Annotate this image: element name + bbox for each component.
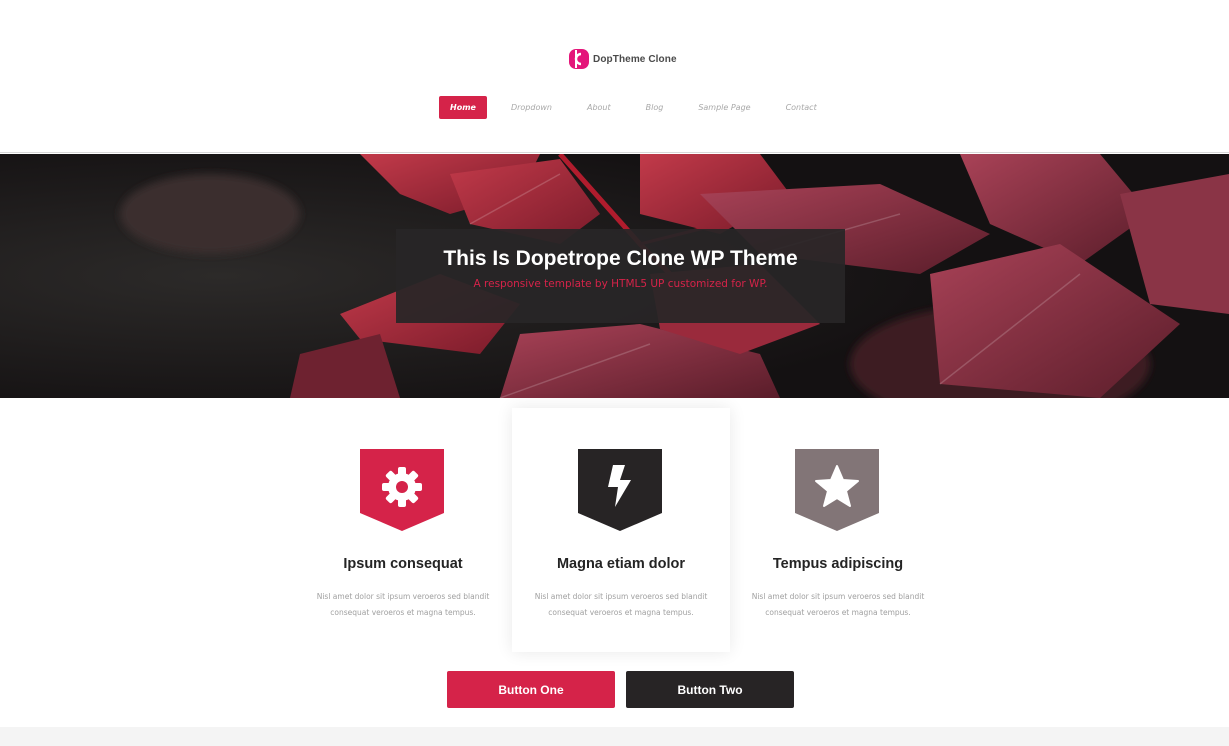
feature-desc-line: Nisl amet dolor sit ipsum veroeros sed b… <box>534 592 708 601</box>
logo-text: DopTheme Clone <box>593 53 677 65</box>
feature-desc-line: consequat veroeros et magna tempus. <box>765 608 911 617</box>
nav-item-sample-page[interactable]: Sample Page <box>698 96 750 119</box>
nav-item-contact[interactable]: Contact <box>786 96 817 119</box>
banner-subtitle: A responsive template by HTML5 UP custom… <box>473 278 768 290</box>
star-icon <box>814 464 860 513</box>
gear-icon <box>381 466 423 513</box>
button-one[interactable]: Button One <box>447 671 615 708</box>
feature-description: Nisl amet dolor sit ipsum veroeros sed b… <box>512 589 730 621</box>
feature-desc-line: consequat veroeros et magna tempus. <box>548 608 694 617</box>
feature-card-2: Magna etiam dolor Nisl amet dolor sit ip… <box>512 408 730 652</box>
feature-badge <box>360 449 444 531</box>
feature-desc-line: Nisl amet dolor sit ipsum veroeros sed b… <box>751 592 925 601</box>
feature-title: Ipsum consequat <box>343 556 463 572</box>
nav-item-blog[interactable]: Blog <box>646 96 664 119</box>
button-two[interactable]: Button Two <box>626 671 794 708</box>
site-header: DopTheme Clone Home Dropdown About Blog … <box>0 0 1229 153</box>
logo-icon <box>568 48 590 70</box>
nav-item-dropdown[interactable]: Dropdown <box>511 96 552 119</box>
banner-caption-box: This Is Dopetrope Clone WP Theme A respo… <box>396 229 845 323</box>
feature-title: Tempus adipiscing <box>772 556 904 572</box>
banner-title: This Is Dopetrope Clone WP Theme <box>443 247 798 270</box>
main-nav: Home Dropdown About Blog Sample Page Con… <box>439 96 817 119</box>
feature-badge <box>578 449 662 531</box>
nav-item-about[interactable]: About <box>587 96 611 119</box>
feature-desc-line: Nisl amet dolor sit ipsum veroeros sed b… <box>316 592 490 601</box>
feature-card-3: Tempus adipiscing Nisl amet dolor sit ip… <box>729 408 947 652</box>
footer-strip <box>0 727 1229 746</box>
feature-description: Nisl amet dolor sit ipsum veroeros sed b… <box>729 589 947 621</box>
feature-description: Nisl amet dolor sit ipsum veroeros sed b… <box>294 589 512 621</box>
lightning-icon <box>605 463 635 514</box>
feature-card-1: Ipsum consequat Nisl amet dolor sit ipsu… <box>294 408 512 652</box>
feature-desc-line: consequat veroeros et magna tempus. <box>330 608 476 617</box>
feature-title: Magna etiam dolor <box>556 556 686 572</box>
feature-badge <box>795 449 879 531</box>
nav-item-home[interactable]: Home <box>439 96 487 119</box>
site-logo[interactable]: DopTheme Clone <box>568 47 677 71</box>
